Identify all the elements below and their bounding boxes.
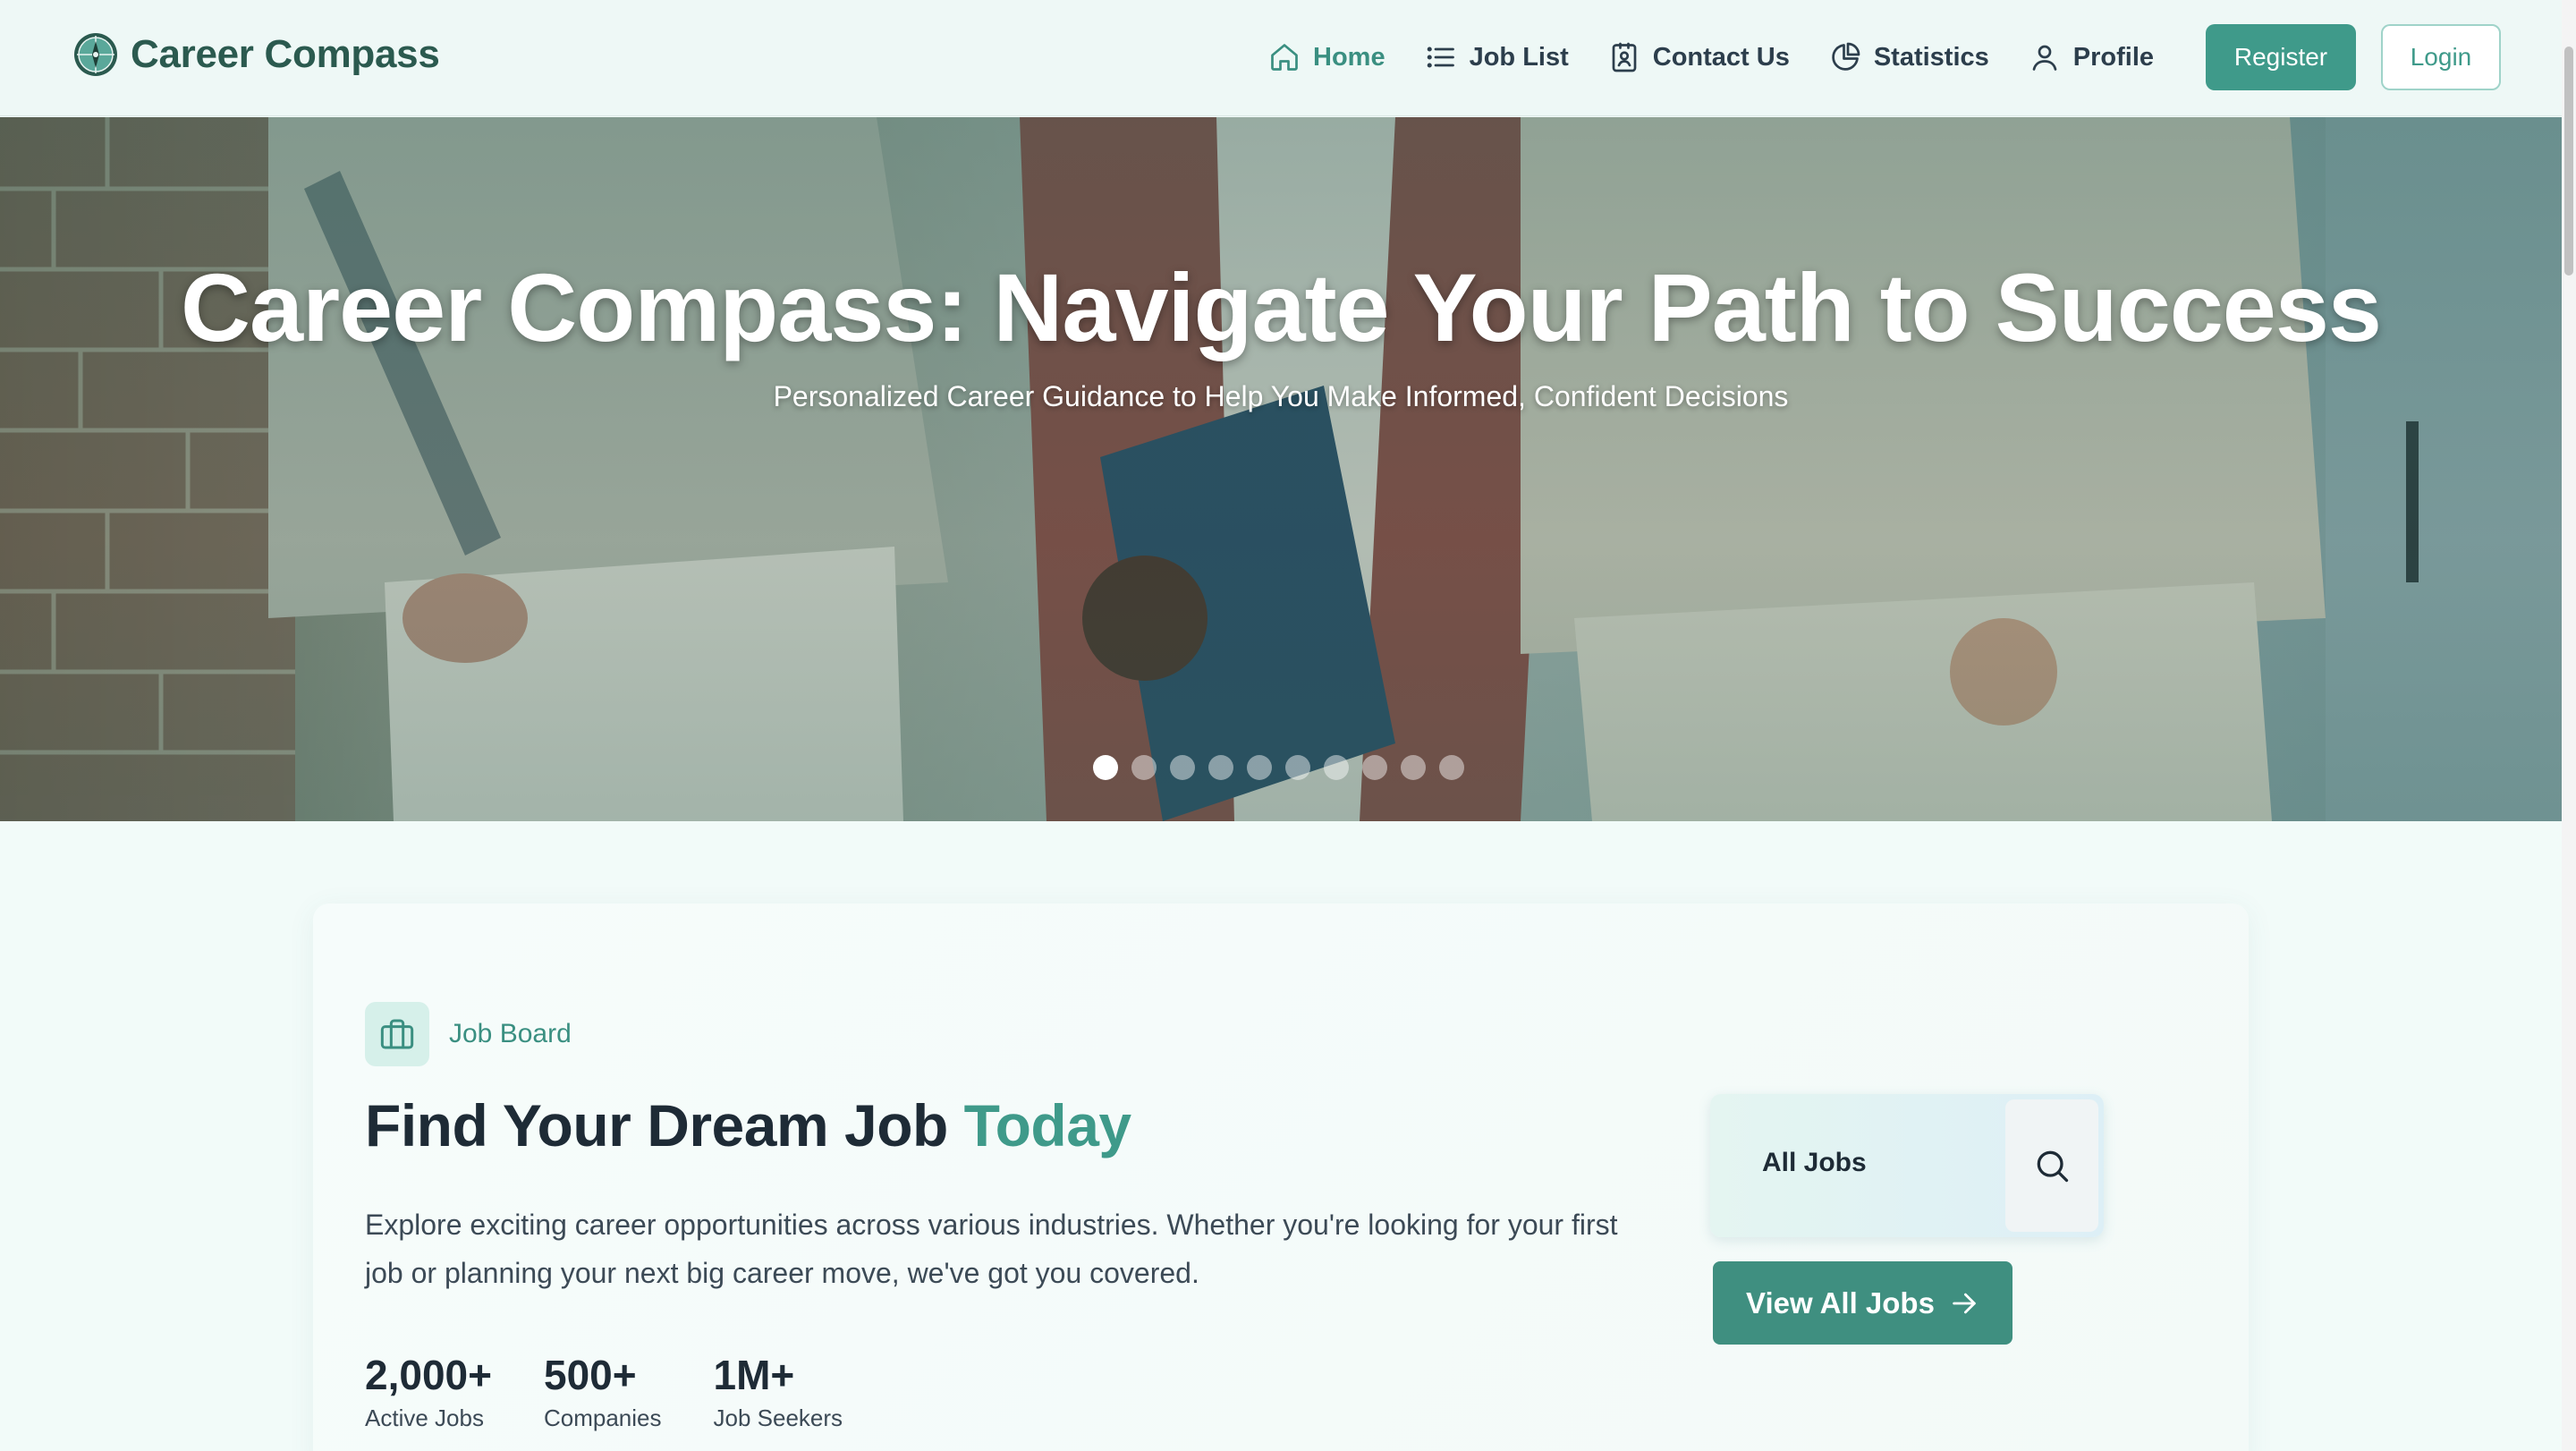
carousel-dot[interactable] bbox=[1131, 755, 1157, 780]
badge-label: Job Board bbox=[449, 1019, 572, 1048]
nav-item-statistics[interactable]: Statistics bbox=[1829, 41, 1989, 73]
stats-row: 2,000+ Active Jobs 500+ Companies 1M+ Jo… bbox=[365, 1351, 894, 1432]
hero-carousel: Career Compass: Navigate Your Path to Su… bbox=[0, 117, 2562, 821]
contact-card-icon bbox=[1612, 42, 1637, 72]
nav-item-job-list[interactable]: Job List bbox=[1425, 41, 1569, 73]
carousel-dot[interactable] bbox=[1362, 755, 1387, 780]
stat-value: 2,000+ bbox=[365, 1352, 492, 1398]
scrollbar-thumb[interactable] bbox=[2564, 47, 2573, 276]
view-all-jobs-button[interactable]: View All Jobs bbox=[1713, 1261, 2012, 1345]
stat-active-jobs: 2,000+ Active Jobs bbox=[365, 1351, 492, 1432]
view-all-label: View All Jobs bbox=[1746, 1286, 1935, 1319]
nav-label-contact-us: Contact Us bbox=[1652, 42, 1790, 72]
stat-companies: 500+ Companies bbox=[544, 1351, 662, 1432]
carousel-indicators bbox=[1093, 755, 1478, 780]
stat-job-seekers: 1M+ Job Seekers bbox=[714, 1351, 843, 1432]
heading-accent: Today bbox=[963, 1092, 1131, 1158]
hero-overlay bbox=[0, 117, 2562, 821]
pie-chart-icon bbox=[1832, 42, 1860, 71]
carousel-dot[interactable] bbox=[1093, 755, 1118, 780]
section-description: Explore exciting career opportunities ac… bbox=[365, 1209, 1618, 1289]
hero-title: Career Compass: Navigate Your Path to Su… bbox=[181, 253, 2382, 361]
brand-name: Career Compass bbox=[131, 32, 440, 76]
carousel-dot[interactable] bbox=[1439, 755, 1464, 780]
stat-label: Companies bbox=[543, 1404, 662, 1431]
nav-label-home: Home bbox=[1313, 42, 1385, 72]
carousel-dot[interactable] bbox=[1170, 755, 1195, 780]
hero-subtitle: Personalized Career Guidance to Help You… bbox=[773, 380, 1789, 412]
carousel-dot[interactable] bbox=[1401, 755, 1426, 780]
carousel-dot[interactable] bbox=[1208, 755, 1233, 780]
main-nav: Home Job List Contact Us Statistics Prof… bbox=[1268, 34, 2193, 81]
register-button[interactable]: Register bbox=[2206, 24, 2356, 90]
compass-icon bbox=[74, 33, 117, 76]
nav-label-profile: Profile bbox=[2072, 42, 2155, 72]
carousel-dot[interactable] bbox=[1324, 755, 1349, 780]
stat-label: Active Jobs bbox=[365, 1404, 484, 1431]
section-heading: Find Your Dream Job Today bbox=[365, 1091, 1131, 1159]
carousel-dot[interactable] bbox=[1285, 755, 1310, 780]
badge-icon-container bbox=[365, 1002, 429, 1066]
user-icon bbox=[2032, 45, 2057, 71]
heading-main: Find Your Dream Job bbox=[365, 1092, 964, 1158]
home-icon bbox=[1271, 44, 1298, 71]
stat-value: 1M+ bbox=[713, 1352, 795, 1398]
nav-item-profile[interactable]: Profile bbox=[2029, 41, 2154, 73]
stat-label: Job Seekers bbox=[713, 1404, 843, 1431]
site-header: Career Compass Home Job List Contact Us bbox=[0, 0, 2562, 116]
job-search-box[interactable]: All Jobs bbox=[1710, 1094, 2104, 1237]
carousel-dot[interactable] bbox=[1247, 755, 1272, 780]
search-button[interactable] bbox=[2005, 1099, 2098, 1232]
nav-label-job-list: Job List bbox=[1469, 42, 1569, 72]
nav-label-statistics: Statistics bbox=[1873, 42, 1989, 72]
search-icon bbox=[2037, 1150, 2069, 1183]
nav-item-contact-us[interactable]: Contact Us bbox=[1608, 41, 1790, 73]
job-board-badge: Job Board bbox=[365, 1002, 572, 1066]
nav-item-home[interactable]: Home bbox=[1268, 41, 1385, 73]
briefcase-icon bbox=[380, 1019, 414, 1049]
brand-logo-link[interactable]: Career Compass bbox=[72, 30, 440, 79]
search-label: All Jobs bbox=[1762, 1148, 1867, 1177]
arrow-right-icon bbox=[1953, 1293, 1976, 1313]
job-board-section: Job Board Find Your Dream Job Today Expl… bbox=[313, 904, 2249, 1451]
login-button[interactable]: Login bbox=[2381, 24, 2501, 90]
stat-value: 500+ bbox=[543, 1352, 637, 1398]
list-icon bbox=[1427, 47, 1454, 68]
